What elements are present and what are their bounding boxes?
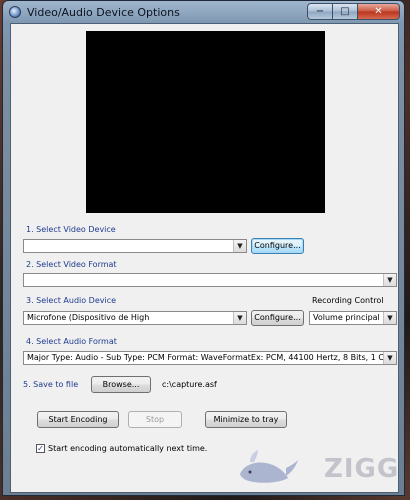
chevron-down-icon[interactable]: ▼ xyxy=(233,312,246,324)
output-file-path: c:\capture.asf xyxy=(162,380,217,389)
chevron-down-icon[interactable]: ▼ xyxy=(383,274,396,286)
checkmark-icon: ✓ xyxy=(37,444,44,453)
recording-control-select[interactable]: Volume principal ▼ xyxy=(309,311,397,325)
recording-control-label: Recording Control xyxy=(312,296,384,305)
video-device-select[interactable]: ▼ xyxy=(23,239,247,253)
audio-device-label: 3. Select Audio Device xyxy=(26,296,117,305)
stop-button[interactable]: Stop xyxy=(128,411,182,428)
audio-format-label: 4. Select Audio Format xyxy=(26,337,117,346)
watermark-text: ZIGG xyxy=(324,454,400,484)
chevron-down-icon[interactable]: ▼ xyxy=(383,352,396,364)
chevron-down-icon[interactable]: ▼ xyxy=(383,312,396,324)
video-format-label: 2. Select Video Format xyxy=(26,260,117,269)
audio-configure-button[interactable]: Configure... xyxy=(251,310,304,326)
minimize-to-tray-button[interactable]: Minimize to tray xyxy=(205,411,287,428)
auto-start-label: Start encoding automatically next time. xyxy=(48,444,208,453)
start-encoding-button[interactable]: Start Encoding xyxy=(37,411,119,428)
video-device-label: 1. Select Video Device xyxy=(26,225,116,234)
audio-device-select[interactable]: Microfone (Dispositivo de High ▼ xyxy=(23,311,247,325)
save-file-label: 5. Save to file xyxy=(23,380,79,389)
audio-device-value: Microfone (Dispositivo de High xyxy=(27,313,150,322)
auto-start-checkbox[interactable]: ✓ xyxy=(36,444,45,453)
minimize-button[interactable]: − xyxy=(307,3,333,20)
video-device-icon xyxy=(9,6,21,18)
window-title: Video/Audio Device Options xyxy=(27,6,180,19)
video-configure-button[interactable]: Configure... xyxy=(251,238,304,254)
audio-format-value: Major Type: Audio - Sub Type: PCM Format… xyxy=(27,353,396,362)
close-button[interactable]: ✕ xyxy=(358,3,400,20)
caption-buttons: − □ ✕ xyxy=(307,3,400,21)
chevron-down-icon[interactable]: ▼ xyxy=(233,240,246,252)
video-preview xyxy=(86,31,325,213)
maximize-button[interactable]: □ xyxy=(333,3,358,20)
title-bar[interactable]: Video/Audio Device Options − □ ✕ xyxy=(3,1,404,25)
dialog-client-area: 1. Select Video Device ▼ Configure... 2.… xyxy=(10,23,399,493)
audio-format-select[interactable]: Major Type: Audio - Sub Type: PCM Format… xyxy=(23,351,397,365)
dialog-window: Video/Audio Device Options − □ ✕ 1. Sele… xyxy=(2,0,405,496)
video-format-select[interactable]: ▼ xyxy=(23,273,397,287)
browse-button[interactable]: Browse... xyxy=(91,376,151,393)
